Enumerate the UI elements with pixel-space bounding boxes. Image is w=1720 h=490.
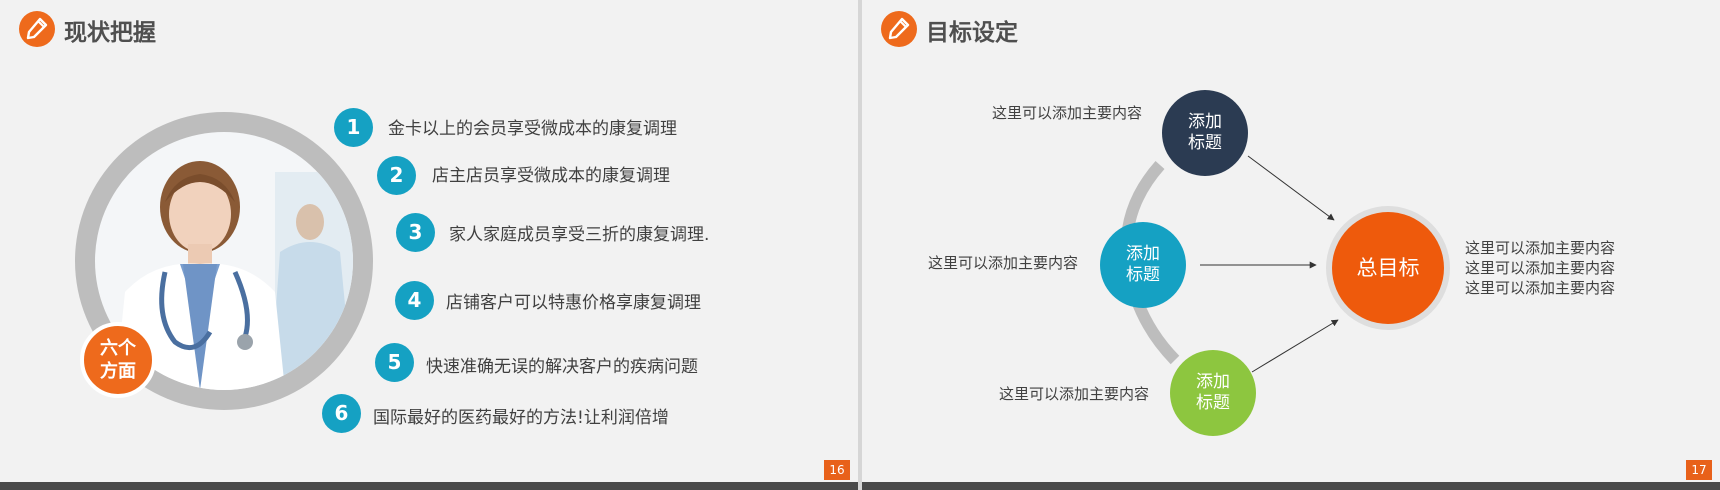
- node-bottom: 添加 标题: [1170, 350, 1256, 436]
- arrow-top: [1247, 155, 1335, 221]
- goal-note: 这里可以添加主要内容: [1465, 239, 1616, 257]
- node-label: 添加: [1126, 244, 1160, 264]
- node-top: 添加 标题: [1162, 90, 1248, 176]
- goal-circle: 总目标: [1332, 212, 1444, 324]
- node-label: 添加: [1196, 372, 1230, 392]
- node-note-bottom: 这里可以添加主要内容: [999, 385, 1150, 403]
- node-middle: 添加 标题: [1100, 222, 1186, 308]
- node-note-top: 这里可以添加主要内容: [992, 104, 1143, 122]
- goal-note: 这里可以添加主要内容: [1465, 279, 1616, 297]
- node-note-middle: 这里可以添加主要内容: [928, 254, 1079, 272]
- node-label: 标题: [1126, 265, 1160, 285]
- node-label: 添加: [1188, 112, 1222, 132]
- goal-notes: 这里可以添加主要内容 这里可以添加主要内容 这里可以添加主要内容: [1465, 238, 1615, 298]
- connector-graphics: [1120, 155, 1339, 373]
- node-label: 标题: [1188, 133, 1222, 153]
- goal-note: 这里可以添加主要内容: [1465, 259, 1616, 277]
- arrow-bottom: [1251, 319, 1339, 373]
- node-label: 标题: [1196, 393, 1230, 413]
